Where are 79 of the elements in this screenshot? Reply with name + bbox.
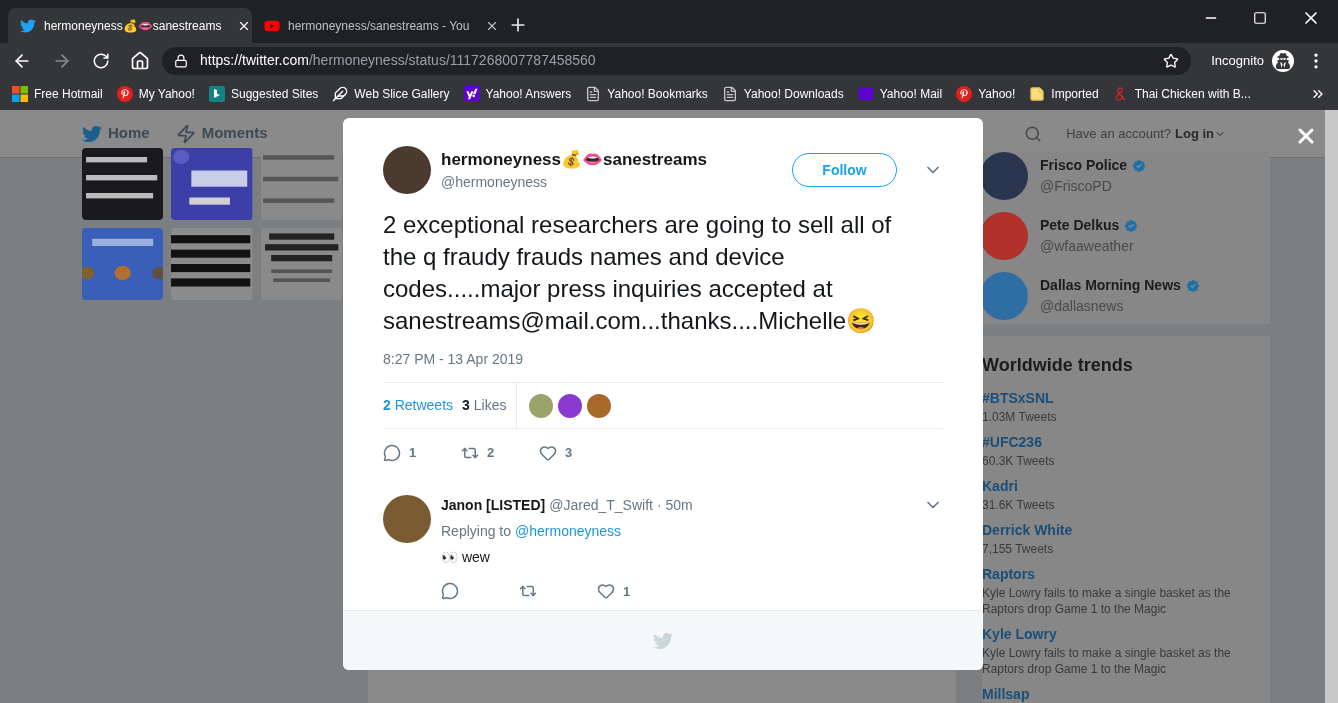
reply-time: · 50m (656, 495, 693, 515)
avatar[interactable] (383, 146, 431, 194)
note-icon (1029, 86, 1046, 102)
mail-icon (857, 86, 874, 102)
search-icon[interactable] (1024, 124, 1043, 143)
p-logo-icon (116, 86, 133, 102)
tab-title: hermoneyness💰👄sanestreams (44, 17, 222, 35)
scrollbar[interactable] (1325, 110, 1338, 703)
feather-icon (332, 86, 349, 102)
bookmark-item[interactable]: Imported (1029, 85, 1099, 103)
login-link[interactable]: Log in (1175, 123, 1226, 144)
action-count: 1 (623, 582, 631, 601)
trend-detail: 7,155 Tweets (982, 541, 1055, 557)
avatar[interactable] (383, 494, 431, 543)
replying-label: Replying to (441, 521, 512, 541)
like-icon[interactable] (597, 582, 615, 601)
browser-tab[interactable]: hermoneyness💰👄sanestreams (8, 8, 252, 43)
home-icon[interactable] (130, 50, 150, 71)
author-handle: @hermoneyness (441, 173, 549, 193)
reply-author-handle: @Jared_T_Swift (549, 495, 653, 515)
account-handle: @FriscoPD (1040, 177, 1113, 196)
account-name[interactable]: Dallas Morning News (1040, 275, 1181, 296)
bookmark-item[interactable]: Yahoo! Answers (463, 85, 572, 103)
bookmark-item[interactable]: Free Hotmail (12, 85, 103, 103)
action-count: 2 (487, 444, 495, 462)
page-icon (585, 86, 602, 102)
trend-detail: 60.3K Tweets (982, 453, 1056, 469)
verified-icon (1184, 277, 1201, 294)
reply-text: 👀 wew (441, 547, 491, 567)
account-handle: @wfaaweather (1040, 237, 1135, 256)
bookmark-item[interactable]: Suggested Sites (208, 85, 319, 103)
verified-icon (1123, 217, 1140, 234)
browser-tab[interactable]: hermoneyness/sanestreams - You (252, 8, 496, 43)
bookmark-item[interactable]: Yahoo! Downloads (721, 85, 844, 103)
bookmark-item[interactable]: Yahoo! Mail (857, 85, 943, 103)
bookmark-item[interactable]: Yahoo! Bookmarks (585, 85, 708, 103)
trend-detail: Kyle Lowry fails to make a single basket as the Raptors drop Game 1 to the Magic (982, 585, 1232, 617)
account-prompt: Have an account? (1066, 124, 1171, 143)
yahoo-icon (463, 86, 480, 102)
url-text: https://twitter.com/hermoneyness/status/1117268007787458560 (200, 51, 596, 70)
avatar[interactable] (558, 393, 583, 418)
trend-detail: 31.6K Tweets (982, 497, 1056, 513)
profile-label: Incognito (1211, 51, 1264, 70)
tweet-time: 8:27 PM - 13 Apr 2019 (383, 350, 525, 369)
trends-title: Worldwide trends (982, 354, 1134, 377)
bookmark-star-icon[interactable] (1163, 52, 1180, 69)
tab-title: hermoneyness/sanestreams - You (288, 17, 470, 35)
tweet-text: 2 exceptional researchers are going to sell all of the q fraudy frauds names and device codes.....major press inquiries accepted at sanestreams@mail.com...thanks....Michelle😆 (383, 210, 893, 336)
likes-link[interactable]: 3 Likes (462, 395, 507, 416)
bird-icon (653, 630, 673, 651)
bookmark-item[interactable]: Yahoo! (956, 85, 1016, 103)
bookmark-item[interactable]: My Yahoo! (116, 85, 195, 103)
action-count: 1 (409, 444, 417, 462)
address-bar[interactable]: https://twitter.com/hermoneyness/status/1117268007787458560 (162, 46, 1192, 75)
reply-icon[interactable] (383, 443, 401, 462)
reply-icon[interactable] (441, 582, 459, 601)
windows-icon (12, 86, 28, 102)
bookmark-item[interactable]: Thai Chicken with B... (1112, 85, 1251, 103)
bing-icon (208, 86, 225, 102)
reload-icon[interactable] (92, 51, 110, 70)
verified-icon (1131, 157, 1148, 174)
bookmark-item[interactable]: Web Slice Gallery (332, 85, 450, 103)
bird-icon (20, 17, 36, 34)
page-icon (721, 86, 738, 102)
account-name[interactable]: Frisco Police (1040, 155, 1128, 176)
like-icon[interactable] (539, 443, 557, 462)
lock-icon (174, 53, 188, 68)
incognito-icon[interactable] (1272, 49, 1294, 72)
account-handle: @dallasnews (1040, 297, 1125, 316)
bird-icon (82, 123, 102, 144)
p-logo-icon (956, 86, 973, 102)
author-name[interactable]: hermoneyness💰👄sanestreams (441, 146, 782, 173)
reply-author-name[interactable]: Janon [LISTED] (441, 494, 546, 516)
maximize-icon[interactable] (1253, 11, 1267, 25)
action-count: 3 (565, 444, 573, 462)
account-name[interactable]: Pete Delkus (1040, 215, 1120, 236)
trend-detail: Kyle Lowry fails to make a single basket as the Raptors drop Game 1 to the Magic (982, 645, 1232, 677)
lightning-icon (175, 123, 196, 144)
trend-detail: 1.03M Tweets (982, 409, 1058, 425)
